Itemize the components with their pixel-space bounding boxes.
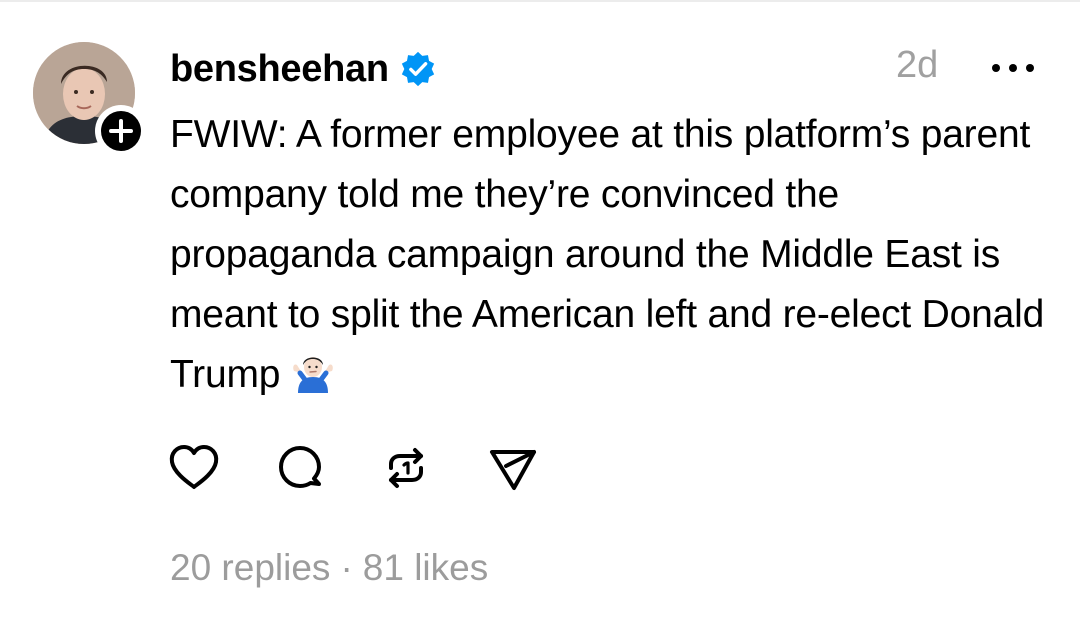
send-icon — [490, 450, 536, 490]
post-header: bensheehan — [170, 40, 437, 98]
action-bar — [166, 440, 590, 496]
comment-icon — [279, 446, 321, 488]
replies-count[interactable]: 20 replies — [170, 547, 330, 588]
share-button[interactable] — [484, 440, 540, 496]
repost-icon — [389, 448, 423, 488]
post-stats: 20 replies · 81 likes — [170, 547, 488, 589]
more-dots-icon[interactable] — [988, 56, 1038, 80]
like-button[interactable] — [166, 440, 222, 496]
likes-count[interactable]: 81 likes — [363, 547, 488, 588]
follow-button[interactable] — [95, 105, 147, 157]
plus-icon — [101, 111, 141, 151]
verified-badge-icon — [401, 51, 434, 87]
repost-button[interactable] — [378, 440, 434, 496]
person-shrugging-emoji — [293, 357, 334, 393]
heart-icon — [169, 445, 219, 489]
post-body: FWIW: A former employee at this platform… — [170, 105, 1050, 405]
username[interactable]: bensheehan — [170, 48, 389, 91]
reply-button[interactable] — [272, 440, 328, 496]
post-timestamp[interactable]: 2d — [896, 44, 938, 87]
stats-separator: · — [340, 547, 353, 588]
top-divider — [0, 0, 1080, 2]
